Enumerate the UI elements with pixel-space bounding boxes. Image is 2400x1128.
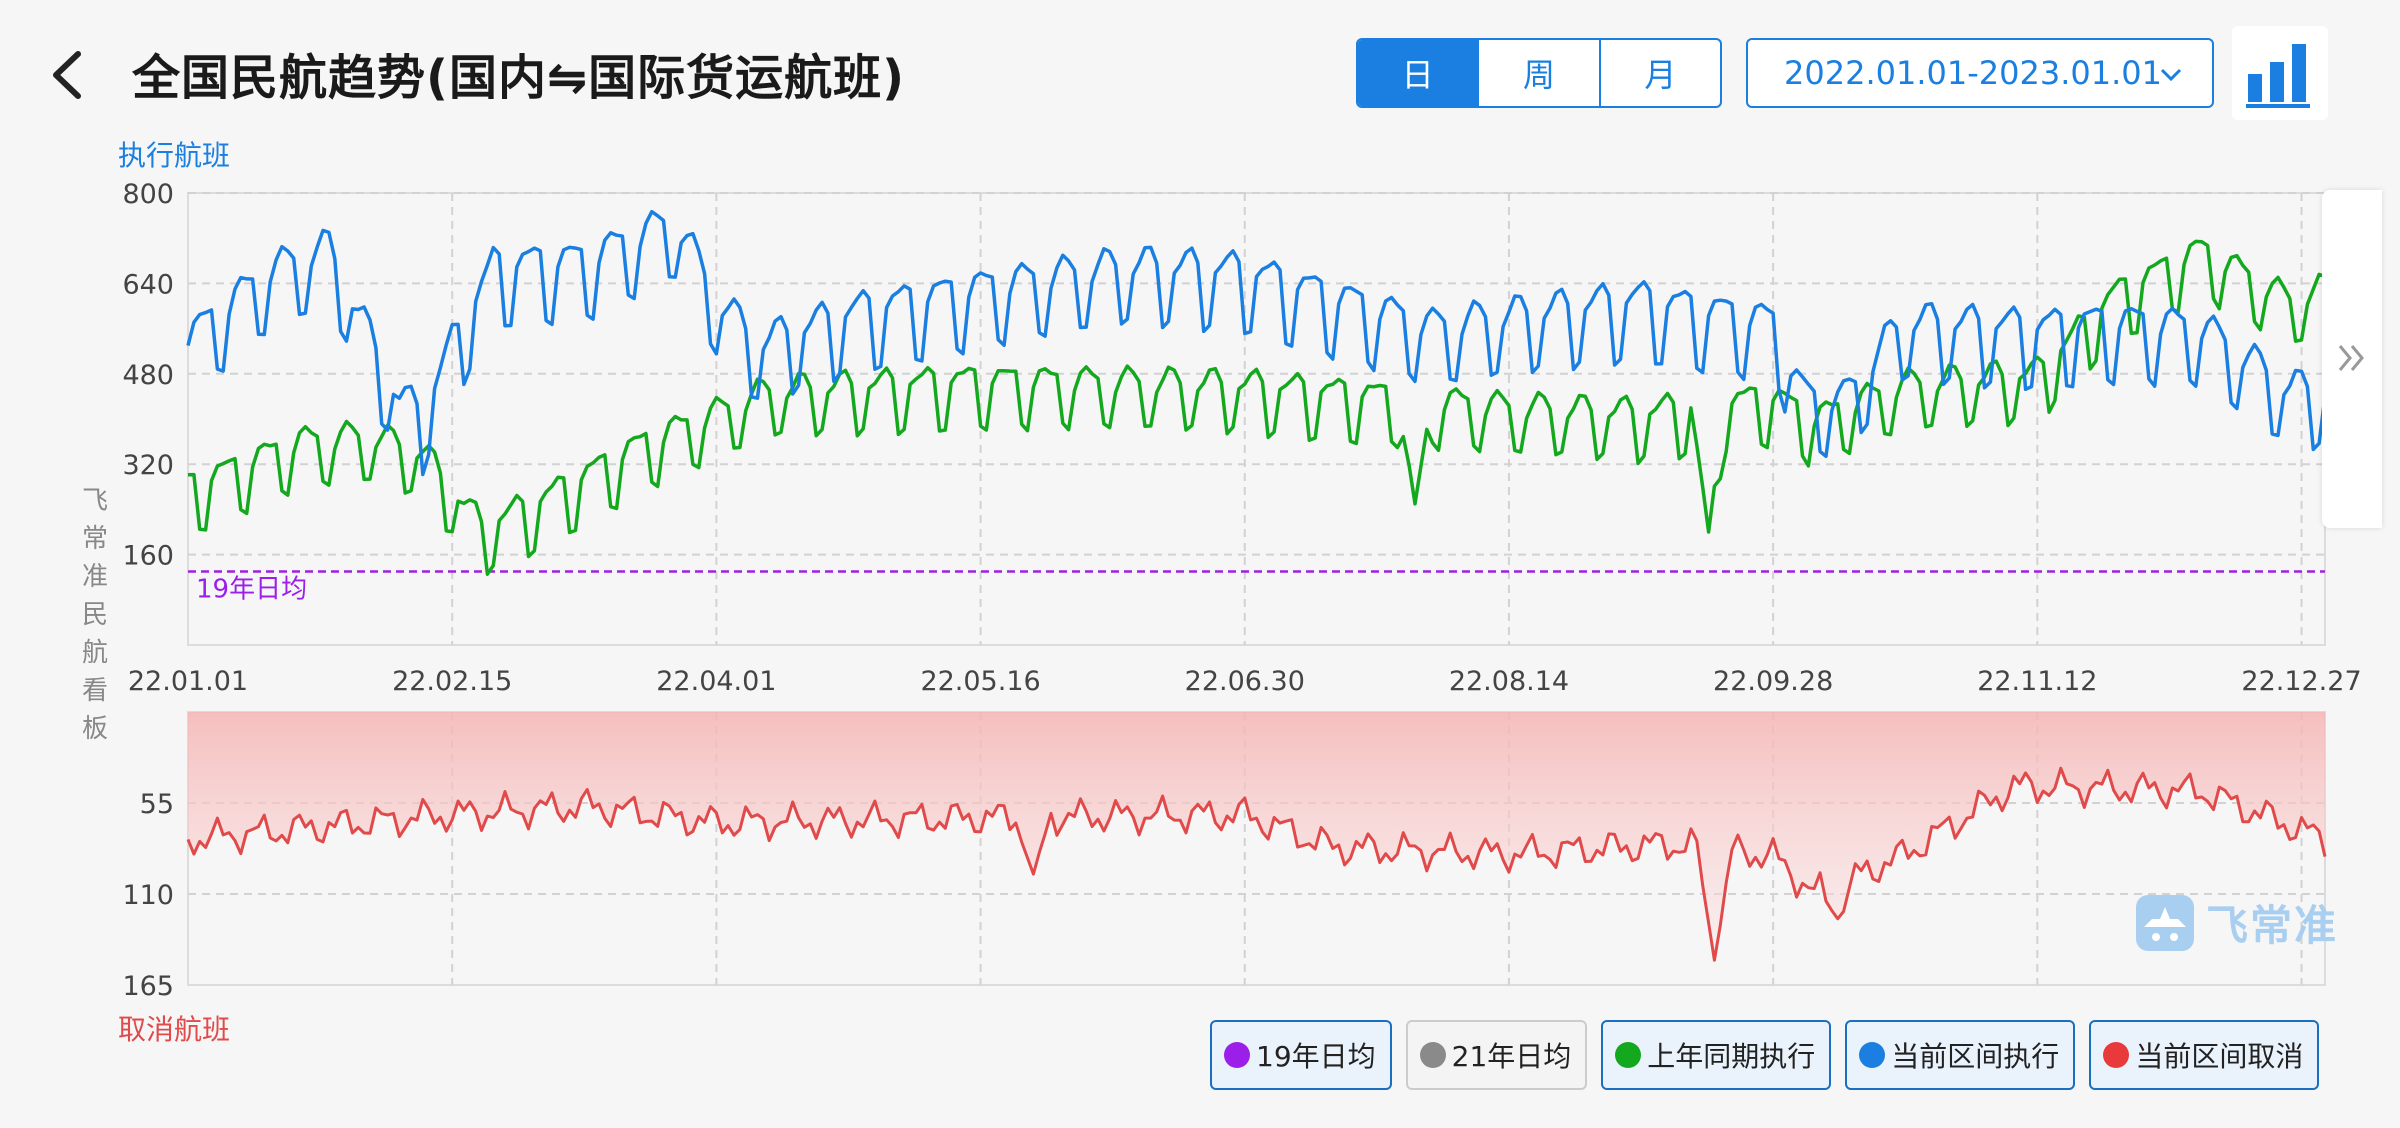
legend-dot [1419, 1042, 1446, 1068]
legend-item-avg21[interactable]: 21年日均 [1405, 1020, 1588, 1090]
x-tick-label: 22.05.16 [920, 666, 1040, 697]
legend-label: 19年日均 [1256, 1040, 1376, 1073]
x-tick-label: 22.04.01 [656, 666, 776, 697]
brand-logo: 飞常准 [2134, 892, 2338, 953]
x-tick-label: 22.11.12 [1977, 666, 2097, 697]
x-tick-label: 22.06.30 [1185, 666, 1305, 697]
x-tick-label: 22.01.01 [128, 666, 248, 697]
y-tick-label: 110 [122, 880, 174, 911]
legend-item-last-year[interactable]: 上年同期执行 [1601, 1020, 1832, 1090]
side-panel-toggle[interactable] [2322, 190, 2382, 528]
y-tick-label: 800 [122, 179, 174, 210]
cancel-series-area [188, 712, 2325, 961]
top-plot-frame [187, 192, 2326, 646]
plane-logo-icon [2136, 894, 2194, 951]
double-chevron-right-icon [2338, 345, 2364, 371]
legend-dot [1859, 1042, 1886, 1068]
y-tick-label: 320 [122, 450, 174, 481]
x-tick-label: 22.08.14 [1449, 666, 1569, 697]
legend-item-current[interactable]: 当前区间执行 [1845, 1020, 2076, 1090]
legend: 19年日均 21年日均 上年同期执行 当前区间执行 当前区间取消 [1210, 1020, 2320, 1090]
y-tick-label: 160 [122, 541, 174, 572]
legend-label: 当前区间取消 [2135, 1040, 2304, 1073]
x-tick-label: 22.02.15 [392, 666, 512, 697]
legend-dot [2103, 1042, 2130, 1068]
y-tick-label: 55 [140, 789, 174, 820]
legend-item-cancel[interactable]: 当前区间取消 [2089, 1020, 2320, 1090]
legend-dot [1224, 1042, 1250, 1068]
legend-item-avg19[interactable]: 19年日均 [1210, 1020, 1392, 1090]
x-tick-label: 22.12.27 [2241, 666, 2361, 697]
legend-label: 上年同期执行 [1647, 1040, 1816, 1073]
trend-chart: 160 320 480 640 800 22.01.01 22.02.15 22.04.01 2… [122, 179, 2361, 1002]
legend-label: 当前区间执行 [1891, 1040, 2060, 1073]
y-tick-label: 480 [122, 360, 174, 391]
legend-dot [1615, 1042, 1642, 1068]
brand-name: 飞常准 [2206, 901, 2339, 950]
y-tick-label: 165 [122, 971, 174, 1002]
legend-label: 21年日均 [1451, 1040, 1572, 1073]
current-series-line [186, 209, 2327, 477]
avg19-label: 19年日均 [196, 575, 307, 605]
x-tick-label: 22.09.28 [1713, 666, 1833, 697]
y-tick-label: 640 [122, 269, 174, 300]
